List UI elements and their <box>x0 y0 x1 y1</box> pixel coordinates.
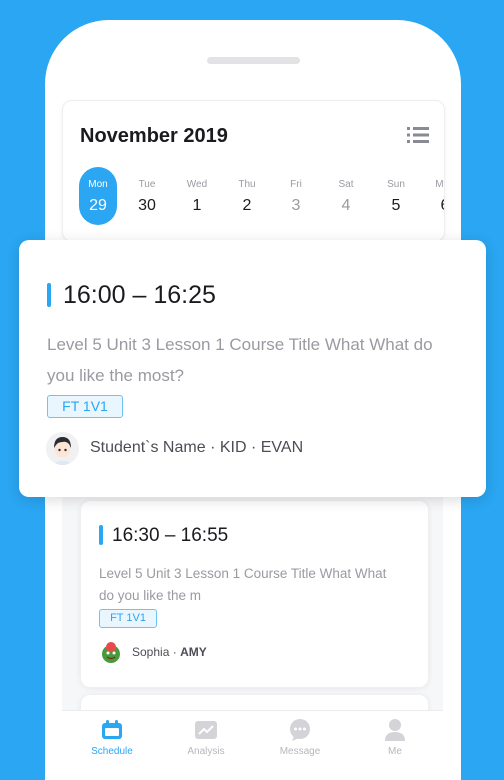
lesson-time: 16:30 – 16:55 <box>112 525 229 546</box>
tab-schedule-label: Schedule <box>91 746 133 757</box>
day-number: 4 <box>341 197 351 214</box>
day-tue-30[interactable]: Tue 30 <box>128 167 166 225</box>
chat-bubble-icon <box>290 719 310 741</box>
day-name: Sun <box>387 179 405 190</box>
day-sun-5[interactable]: Sun 5 <box>377 167 415 225</box>
student-name: Sophia <box>132 645 170 659</box>
day-number: 29 <box>89 197 107 214</box>
day-wed-1[interactable]: Wed 1 <box>178 167 216 225</box>
day-mon-29[interactable]: Mon 29 <box>79 167 117 225</box>
day-sat-4[interactable]: Sat 4 <box>327 167 365 225</box>
tab-message-label: Message <box>279 746 321 757</box>
tab-me[interactable]: Me <box>355 711 435 767</box>
tab-analysis[interactable]: Analysis <box>166 711 246 767</box>
chart-icon <box>195 721 217 739</box>
lesson-time: 16:00 – 16:25 <box>63 281 216 309</box>
day-number: 1 <box>192 197 202 214</box>
time-accent-bar <box>99 525 103 545</box>
student-avatar <box>99 640 123 664</box>
day-name: Wed <box>186 179 208 190</box>
lesson-type-tag: FT 1V1 <box>99 609 157 628</box>
tab-message[interactable]: Message <box>260 711 340 767</box>
day-mon-6[interactable]: Mon 6 <box>426 167 444 225</box>
day-number: 6 <box>426 197 444 215</box>
tab-schedule[interactable]: Schedule <box>72 711 152 767</box>
lesson-description: Level 5 Unit 3 Lesson 1 Course Title Wha… <box>99 566 387 603</box>
separator: · <box>172 645 177 659</box>
tab-analysis-label: Analysis <box>187 746 225 757</box>
person-icon <box>385 719 405 741</box>
day-name: Sat <box>338 179 354 190</box>
student-avatar <box>46 432 79 465</box>
day-number: 30 <box>138 197 156 214</box>
day-thu-2[interactable]: Thu 2 <box>228 167 266 225</box>
teacher-name: EVAN <box>260 439 304 456</box>
teacher-name: AMY <box>180 645 207 659</box>
lesson-type-tag: FT 1V1 <box>47 395 123 418</box>
calendar-card: November 2019 Mon 29 Tue 30 Wed 1 Thu 2 <box>62 100 445 242</box>
day-name: Fri <box>290 179 302 190</box>
list-view-icon[interactable] <box>407 126 429 144</box>
phone-speaker <box>207 57 300 64</box>
day-fri-3[interactable]: Fri 3 <box>277 167 315 225</box>
lesson-card-2[interactable]: 16:30 – 16:55 Level 5 Unit 3 Lesson 1 Co… <box>80 500 429 688</box>
day-number: 3 <box>291 197 301 214</box>
day-name: Mon <box>88 179 108 190</box>
student-name: Student`s Name <box>90 439 206 456</box>
day-number: 5 <box>391 197 401 214</box>
lesson-description: Level 5 Unit 3 Lesson 1 Course Title Wha… <box>47 335 433 385</box>
month-title: November 2019 <box>80 125 228 147</box>
time-accent-bar <box>47 283 51 307</box>
day-name: Tue <box>138 179 156 190</box>
day-name: Thu <box>238 179 256 190</box>
calendar-icon <box>102 720 122 739</box>
bottom-tab-bar: Schedule Analysis Message Me <box>62 710 443 767</box>
student-info: Sophia · AMY <box>132 645 207 659</box>
student-info: Student`s Name · KID · EVAN <box>90 439 303 457</box>
separator: · <box>210 439 216 456</box>
tab-me-label: Me <box>388 746 402 757</box>
lesson-card-highlighted[interactable]: 16:00 – 16:25 Level 5 Unit 3 Lesson 1 Co… <box>19 240 486 497</box>
student-level: KID <box>219 439 247 456</box>
day-name: Mon <box>435 179 444 190</box>
day-number: 2 <box>242 197 252 214</box>
week-strip: Mon 29 Tue 30 Wed 1 Thu 2 Fri 3 Sat 4 Su… <box>63 167 444 227</box>
separator: · <box>250 439 257 456</box>
